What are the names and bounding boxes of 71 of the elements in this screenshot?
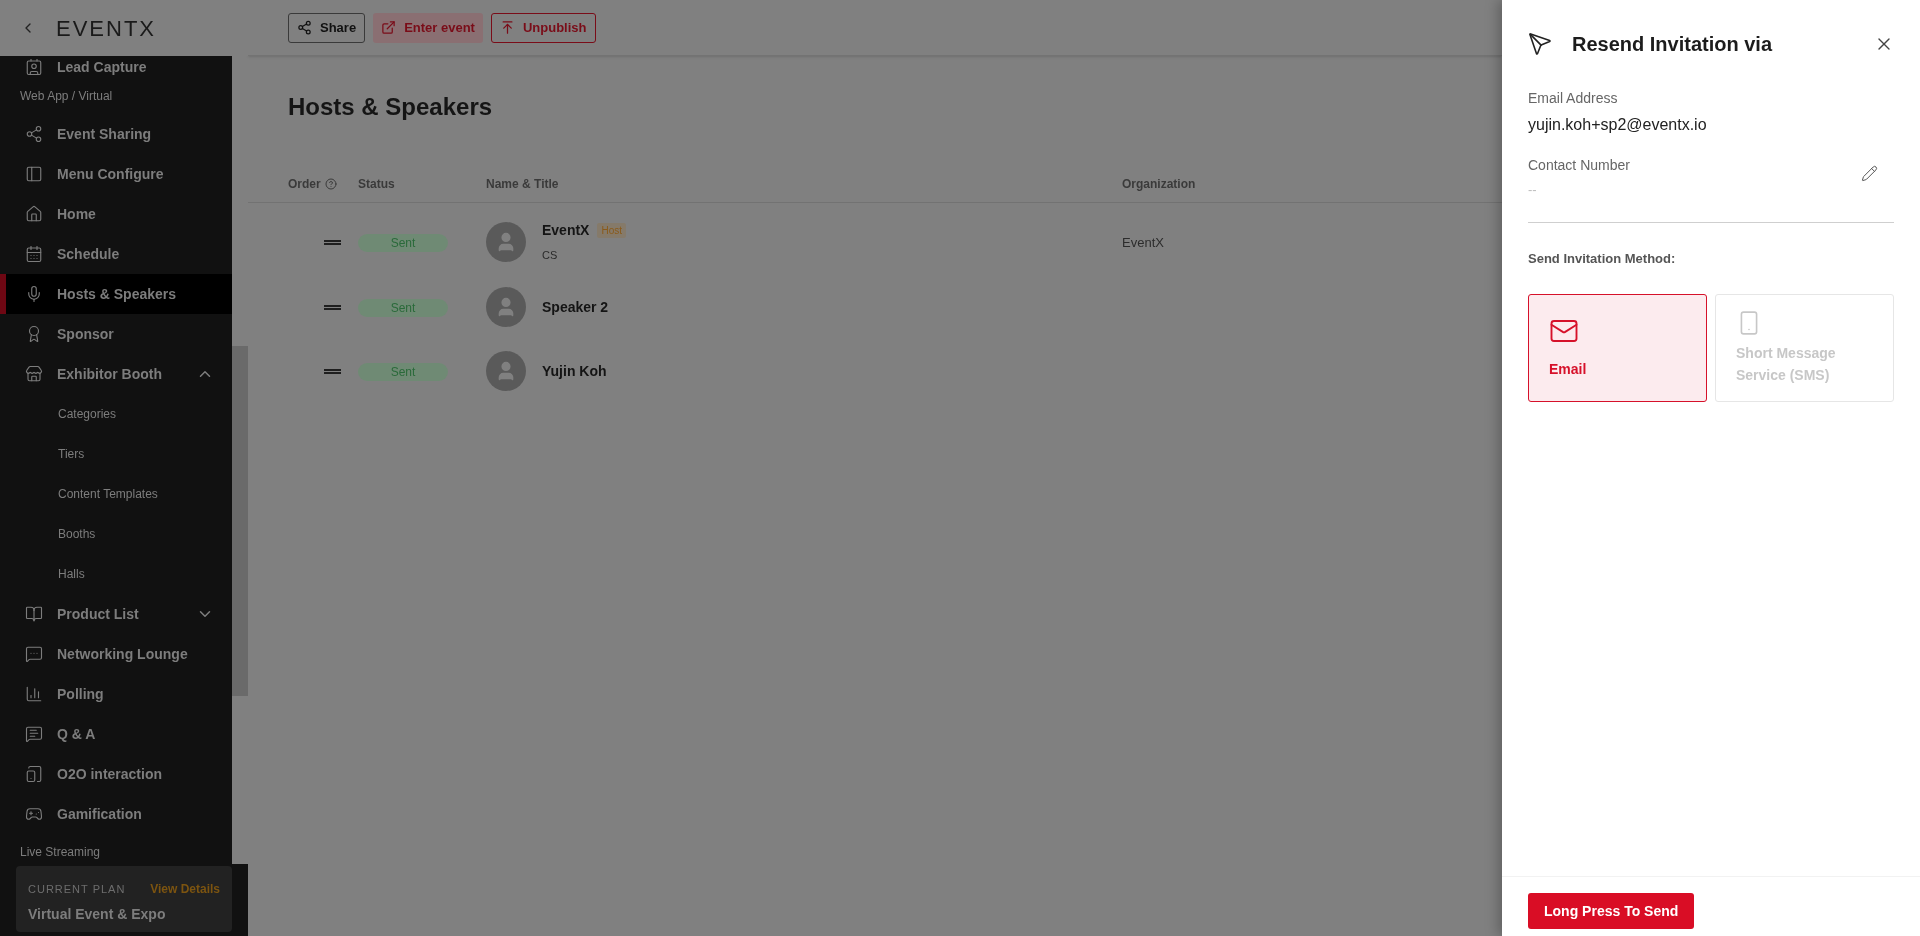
nav-item[interactable]: O2O interaction — [0, 754, 232, 794]
book-icon — [25, 605, 43, 623]
speaker-name: Yujin Koh — [542, 361, 607, 381]
help-icon[interactable] — [324, 177, 337, 190]
status-badge: Sent — [358, 299, 448, 317]
section-label: Web App / Virtual — [20, 88, 113, 105]
view-details-link[interactable]: View Details — [150, 880, 220, 898]
nav-item[interactable]: Sponsor — [0, 314, 232, 354]
drag-handle-icon[interactable] — [324, 368, 341, 374]
sub-nav-item[interactable]: Content Templates — [58, 485, 158, 503]
microphone-icon — [25, 285, 43, 303]
logo: EVENTX — [56, 14, 157, 43]
nav-item[interactable]: Polling — [0, 674, 232, 714]
sub-nav-item[interactable]: Booths — [58, 525, 96, 543]
column-header: Order — [288, 175, 321, 193]
edit-icon[interactable] — [1861, 165, 1878, 182]
enter-event-button[interactable]: Enter event — [373, 12, 483, 43]
field-value: -- — [1528, 181, 1538, 199]
tablet-icon — [25, 765, 43, 783]
share-icon — [297, 20, 312, 35]
field-label: Contact Number — [1528, 156, 1631, 175]
nav-item[interactable]: Gamification — [0, 794, 232, 834]
drag-handle-icon[interactable] — [324, 304, 341, 310]
sub-nav-item[interactable]: Categories — [58, 405, 117, 423]
method-label: Send Invitation Method: — [1528, 249, 1677, 268]
message-icon — [25, 725, 43, 743]
nav-item[interactable]: Menu Configure — [0, 154, 232, 194]
sub-nav-item[interactable]: Tiers — [58, 445, 85, 463]
nav-item[interactable]: Product List — [0, 594, 232, 634]
panel-icon — [25, 165, 43, 183]
nav-item[interactable]: Event Sharing — [0, 114, 232, 154]
home-icon — [25, 205, 43, 223]
person-icon — [25, 58, 43, 76]
status-badge: Sent — [358, 363, 448, 381]
page-title: Hosts & Speakers — [288, 92, 494, 122]
column-header: Organization — [1122, 176, 1196, 191]
speaker-name: EventX — [542, 221, 590, 241]
organization-text: EventX — [1122, 235, 1164, 250]
speaker-name: Speaker 2 — [542, 297, 609, 317]
chat-icon — [25, 645, 43, 663]
external-link-icon — [381, 20, 397, 35]
column-header: Name & Title — [486, 176, 559, 191]
field-value: yujin.koh+sp2@eventx.io — [1528, 115, 1708, 135]
share-button[interactable]: Share — [288, 12, 366, 43]
speaker-title: CS — [542, 248, 559, 264]
send-icon — [1528, 32, 1552, 56]
store-icon — [25, 365, 43, 383]
role-tag: Host — [597, 223, 627, 239]
section-label: Live Streaming — [20, 844, 101, 861]
nav-item[interactable]: Home — [0, 194, 232, 234]
column-header: Status — [358, 176, 395, 191]
status-badge: Sent — [358, 234, 448, 252]
field-label: Email Address — [1528, 89, 1619, 108]
bar-chart-icon — [25, 685, 43, 703]
gamepad-icon — [25, 805, 43, 823]
drawer-title: Resend Invitation via — [1572, 32, 1774, 57]
calendar-icon — [25, 245, 43, 263]
plan-name: Virtual Event & Expo — [28, 905, 167, 924]
sub-nav-item[interactable]: Halls — [58, 565, 85, 583]
method-option[interactable]: Email — [1528, 294, 1707, 402]
share-icon — [25, 125, 43, 143]
unpublish-button[interactable]: Unpublish — [490, 12, 596, 43]
plan-caption: CURRENT PLAN — [28, 881, 126, 897]
nav-item[interactable]: Networking Lounge — [0, 634, 232, 674]
nav-item[interactable]: Hosts & Speakers — [0, 274, 232, 314]
nav-item[interactable]: Lead Capture — [0, 56, 232, 78]
nav-item[interactable]: Q & A — [0, 714, 232, 754]
send-button[interactable]: Long Press To Send — [1528, 893, 1695, 929]
drag-handle-icon[interactable] — [324, 239, 341, 245]
nav-item[interactable]: Schedule — [0, 234, 232, 274]
nav-item[interactable]: Exhibitor Booth — [0, 354, 232, 394]
